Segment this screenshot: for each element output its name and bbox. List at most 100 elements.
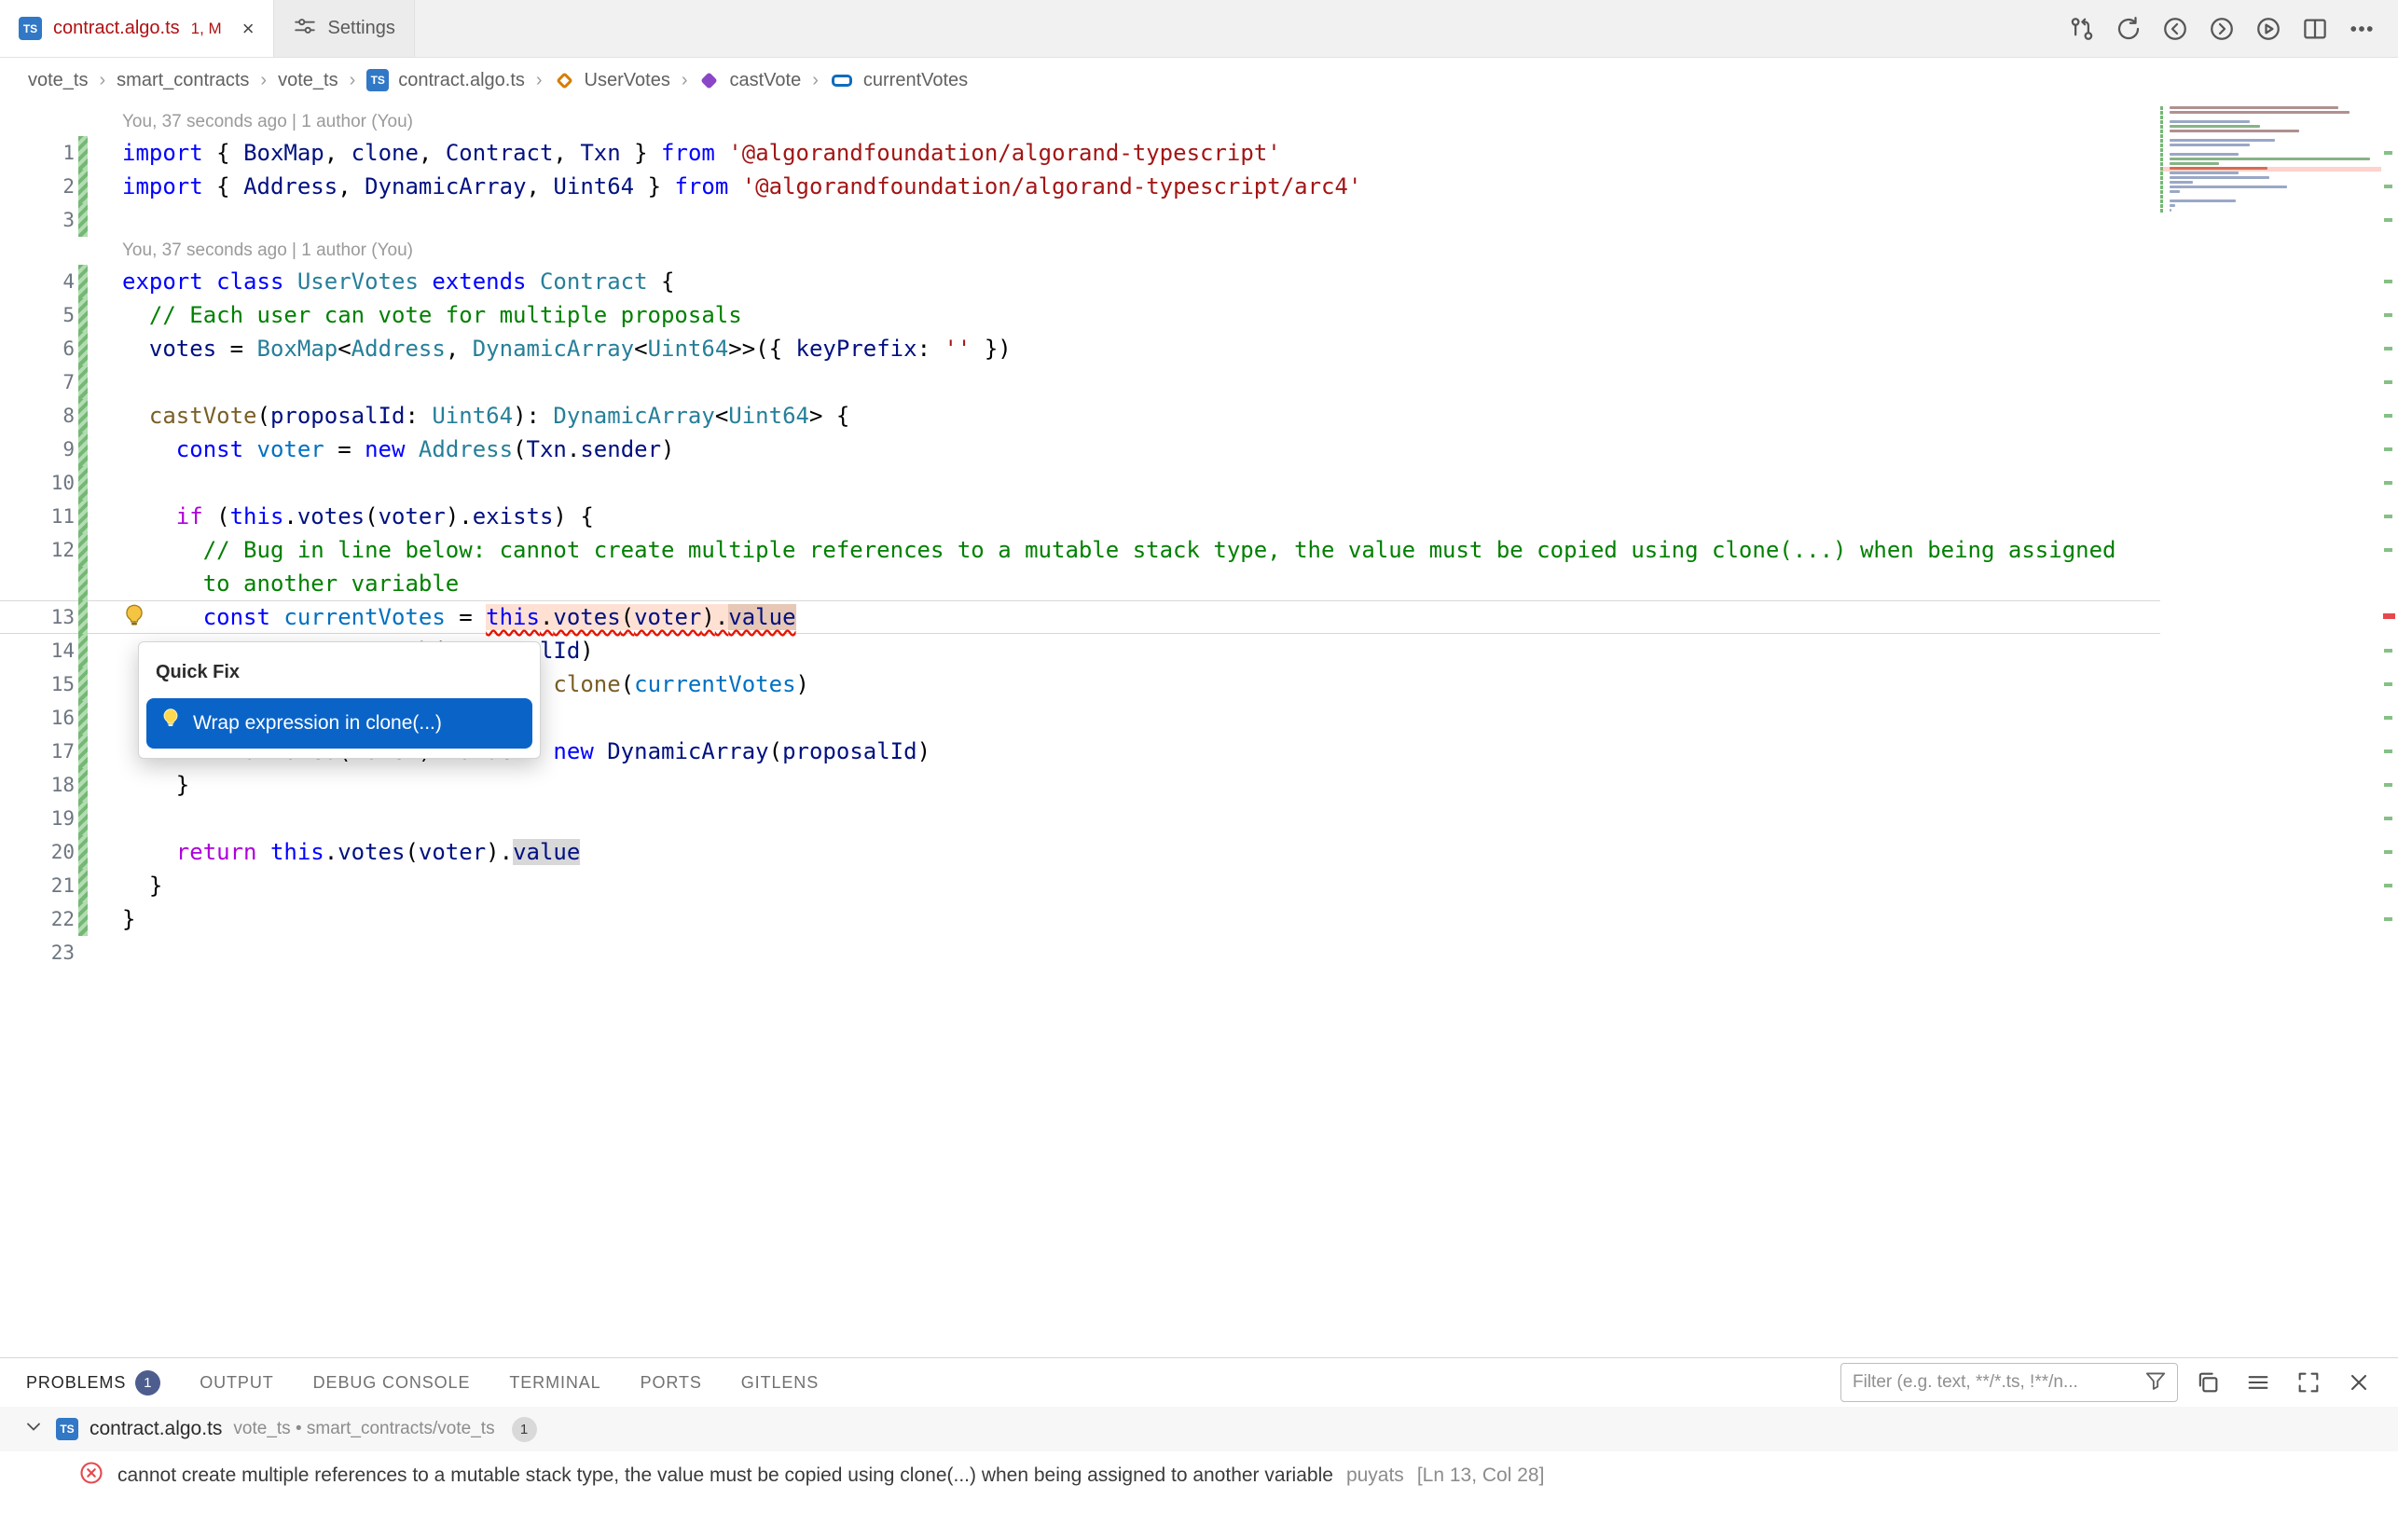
panel-tab-gitlens[interactable]: GITLENS [741, 1373, 819, 1393]
editor-tab-bar: TS contract.algo.ts 1, M × Settings [0, 0, 2398, 58]
chevron-down-icon[interactable] [22, 1415, 45, 1443]
panel-tab-label: TERMINAL [509, 1373, 600, 1393]
maximize-panel-icon[interactable] [2288, 1362, 2329, 1403]
code-line[interactable]: 2import { Address, DynamicArray, Uint64 … [0, 170, 2160, 203]
panel-tab-debug-console[interactable]: DEBUG CONSOLE [313, 1373, 471, 1393]
run-file-icon[interactable] [2247, 7, 2290, 50]
code-line[interactable]: 6 votes = BoxMap<Address, DynamicArray<U… [0, 332, 2160, 365]
problems-file-row[interactable]: TS contract.algo.ts vote_ts • smart_cont… [0, 1407, 2398, 1451]
breadcrumb-item[interactable]: vote_ts [278, 70, 338, 91]
code-line[interactable]: 13 const currentVotes = this.votes(voter… [0, 600, 2160, 634]
line-number[interactable]: 19 [0, 802, 75, 835]
code-line[interactable]: 21 } [0, 869, 2160, 902]
git-gutter-indicator [75, 265, 90, 298]
code-line[interactable]: 7 [0, 365, 2160, 399]
line-number[interactable]: 17 [0, 735, 75, 768]
code-line[interactable]: 5 // Each user can vote for multiple pro… [0, 298, 2160, 332]
breadcrumb-item[interactable]: vote_ts [28, 70, 88, 91]
panel-tab-label: DEBUG CONSOLE [313, 1373, 471, 1393]
line-number[interactable]: 10 [0, 466, 75, 500]
code-line[interactable]: 18 } [0, 768, 2160, 802]
code-line[interactable]: 4export class UserVotes extends Contract… [0, 265, 2160, 298]
tab-problem-modified-decoration: 1, M [191, 20, 222, 38]
filter-funnel-icon[interactable] [2143, 1368, 2168, 1397]
line-number[interactable]: 6 [0, 332, 75, 365]
previous-change-icon[interactable] [2154, 7, 2197, 50]
breadcrumb-item[interactable]: contract.algo.ts [398, 70, 525, 91]
git-gutter-indicator [75, 466, 90, 500]
line-number[interactable]: 15 [0, 667, 75, 701]
ruler-change-mark [2384, 817, 2392, 820]
breadcrumb-item[interactable]: UserVotes [585, 70, 670, 91]
code-line[interactable]: 23 [0, 936, 2160, 969]
code-line[interactable]: 3 [0, 203, 2160, 237]
open-changes-icon[interactable] [2107, 7, 2150, 50]
problems-filter-input[interactable] [1853, 1372, 2143, 1393]
code-text [90, 466, 122, 500]
breadcrumb-item[interactable]: currentVotes [863, 70, 968, 91]
line-number[interactable]: 11 [0, 500, 75, 533]
panel-tab-terminal[interactable]: TERMINAL [509, 1373, 600, 1393]
problems-file-name: contract.algo.ts [90, 1418, 222, 1440]
line-number[interactable]: 5 [0, 298, 75, 332]
codelens-annotation[interactable]: You, 37 seconds ago | 1 author (You) [0, 237, 2160, 265]
git-gutter-indicator [75, 203, 90, 237]
code-editor[interactable]: You, 37 seconds ago | 1 author (You)1imp… [0, 103, 2398, 1356]
code-line[interactable]: 22} [0, 902, 2160, 936]
codelens-annotation[interactable]: You, 37 seconds ago | 1 author (You) [0, 108, 2160, 136]
line-number[interactable]: 14 [0, 634, 75, 667]
problems-filter[interactable] [1840, 1363, 2178, 1402]
line-number[interactable]: 4 [0, 265, 75, 298]
close-panel-icon[interactable] [2338, 1362, 2379, 1403]
overview-ruler[interactable] [2381, 103, 2398, 1356]
panel-tab-output[interactable]: OUTPUT [200, 1373, 273, 1393]
line-number[interactable]: 23 [0, 936, 75, 969]
panel-tab-ports[interactable]: PORTS [641, 1373, 702, 1393]
code-line[interactable]: 8 castVote(proposalId: Uint64): DynamicA… [0, 399, 2160, 433]
ruler-change-mark [2384, 716, 2392, 720]
view-mode-icon[interactable] [2238, 1362, 2279, 1403]
more-actions-icon[interactable] [2340, 7, 2383, 50]
code-line[interactable]: 1import { BoxMap, clone, Contract, Txn }… [0, 136, 2160, 170]
line-number[interactable]: 8 [0, 399, 75, 433]
panel-tab-label: PROBLEMS [26, 1373, 126, 1393]
breadcrumb-item[interactable]: castVote [729, 70, 801, 91]
code-line[interactable]: 10 [0, 466, 2160, 500]
line-number[interactable] [0, 567, 75, 600]
line-number[interactable]: 18 [0, 768, 75, 802]
line-number[interactable]: 2 [0, 170, 75, 203]
line-number[interactable]: 13 [0, 600, 75, 634]
panel-tab-problems[interactable]: PROBLEMS1 [26, 1370, 160, 1396]
next-change-icon[interactable] [2200, 7, 2243, 50]
line-number[interactable]: 7 [0, 365, 75, 399]
copy-icon[interactable] [2187, 1362, 2228, 1403]
compare-changes-icon[interactable] [2060, 7, 2103, 50]
minimap[interactable] [2160, 106, 2381, 218]
code-line[interactable]: 19 [0, 802, 2160, 835]
problem-row[interactable]: cannot create multiple references to a m… [0, 1451, 2398, 1500]
code-line[interactable]: 9 const voter = new Address(Txn.sender) [0, 433, 2160, 466]
split-editor-icon[interactable] [2294, 7, 2336, 50]
line-number[interactable]: 9 [0, 433, 75, 466]
code-line[interactable]: 12 // Bug in line below: cannot create m… [0, 533, 2160, 567]
tab-contract-algo-ts[interactable]: TS contract.algo.ts 1, M × [0, 0, 274, 57]
quickfix-lightbulb-icon[interactable] [121, 602, 147, 638]
line-number[interactable]: 20 [0, 835, 75, 869]
line-number[interactable]: 22 [0, 902, 75, 936]
line-number[interactable]: 16 [0, 701, 75, 735]
line-number[interactable]: 1 [0, 136, 75, 170]
breadcrumb-separator: › [810, 70, 820, 91]
code-line[interactable]: 20 return this.votes(voter).value [0, 835, 2160, 869]
problems-file-path: vote_ts • smart_contracts/vote_ts [233, 1419, 494, 1439]
line-number[interactable]: 3 [0, 203, 75, 237]
tab-settings[interactable]: Settings [274, 0, 415, 57]
breadcrumb-item[interactable]: smart_contracts [117, 70, 249, 91]
code-line[interactable]: 11 if (this.votes(voter).exists) { [0, 500, 2160, 533]
code-text: } [90, 902, 135, 936]
line-number[interactable]: 12 [0, 533, 75, 567]
code-line[interactable]: to another variable [0, 567, 2160, 600]
close-tab-icon[interactable]: × [242, 17, 255, 41]
line-number[interactable]: 21 [0, 869, 75, 902]
quickfix-action-wrap-in-clone[interactable]: Wrap expression in clone(...) [146, 698, 532, 749]
ruler-change-mark [2384, 481, 2392, 485]
